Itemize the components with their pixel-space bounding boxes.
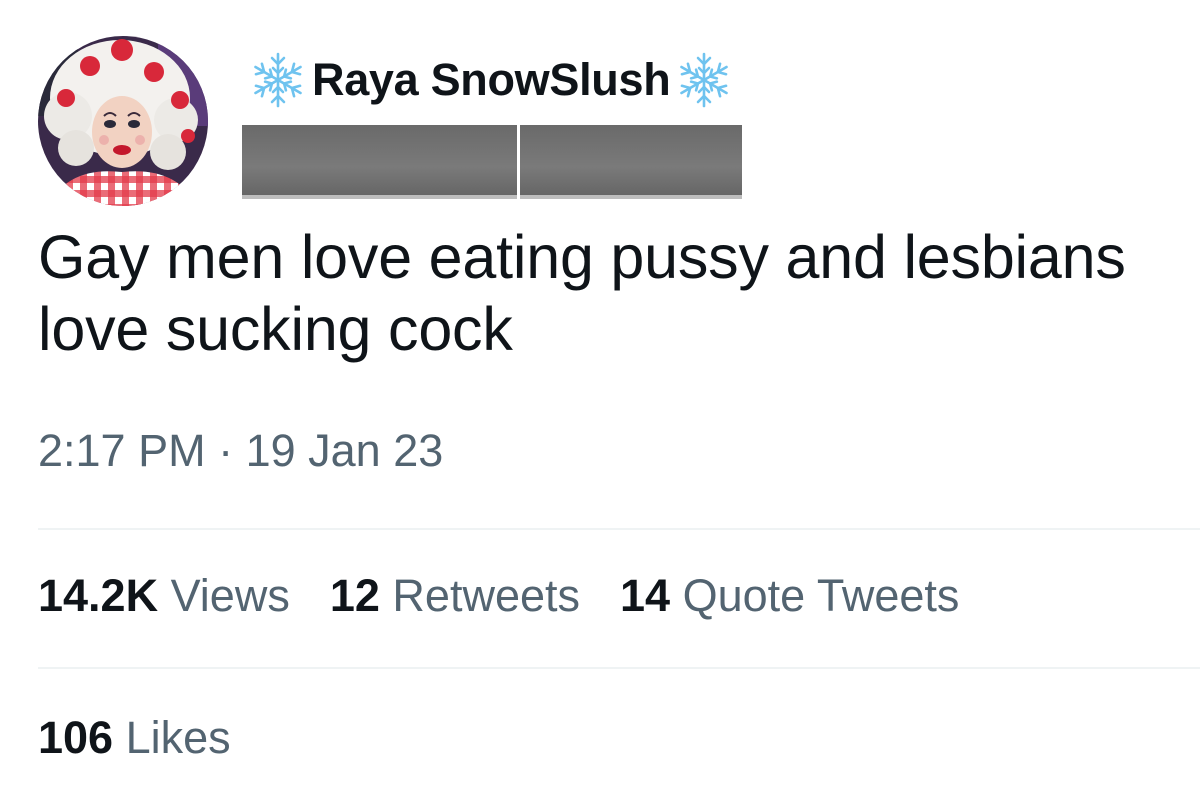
tweet-card: Raya SnowSlush Gay men love eating pussy…: [0, 0, 1200, 792]
views-stat[interactable]: 14.2K Views: [38, 570, 290, 622]
views-count: 14.2K: [38, 570, 159, 621]
divider: [38, 528, 1200, 530]
retweets-count: 12: [329, 570, 380, 621]
author-display-name[interactable]: Raya SnowSlush: [308, 54, 674, 106]
snowflake-icon: [674, 50, 734, 110]
quote-tweets-label: Quote Tweets: [682, 570, 960, 621]
likes-label: Likes: [125, 712, 231, 763]
author-name-row[interactable]: Raya SnowSlush: [248, 50, 734, 110]
snowflake-icon: [248, 50, 308, 110]
quote-tweets-stat[interactable]: 14 Quote Tweets: [620, 570, 959, 622]
tweet-time[interactable]: 2:17 PM: [38, 425, 206, 476]
tweet-date[interactable]: 19 Jan 23: [246, 425, 444, 476]
engagement-stats: 14.2K Views 12 Retweets 14 Quote Tweets: [38, 570, 999, 622]
tweet-timestamp[interactable]: 2:17 PM · 19 Jan 23: [38, 425, 443, 477]
avatar[interactable]: [38, 36, 208, 206]
quote-tweets-count: 14: [620, 570, 671, 621]
likes-count: 106: [38, 712, 114, 763]
likes-stat[interactable]: 106 Likes: [38, 712, 231, 764]
retweets-stat[interactable]: 12 Retweets: [330, 570, 580, 622]
tweet-text: Gay men love eating pussy and lesbians l…: [38, 223, 1126, 363]
redacted-handle: [242, 125, 742, 199]
redaction-bar: [520, 125, 742, 199]
avatar-image: [38, 36, 208, 206]
timestamp-separator: ·: [205, 425, 246, 476]
divider: [38, 667, 1200, 669]
views-label: Views: [170, 570, 290, 621]
retweets-label: Retweets: [392, 570, 581, 621]
redaction-bar: [242, 125, 517, 199]
